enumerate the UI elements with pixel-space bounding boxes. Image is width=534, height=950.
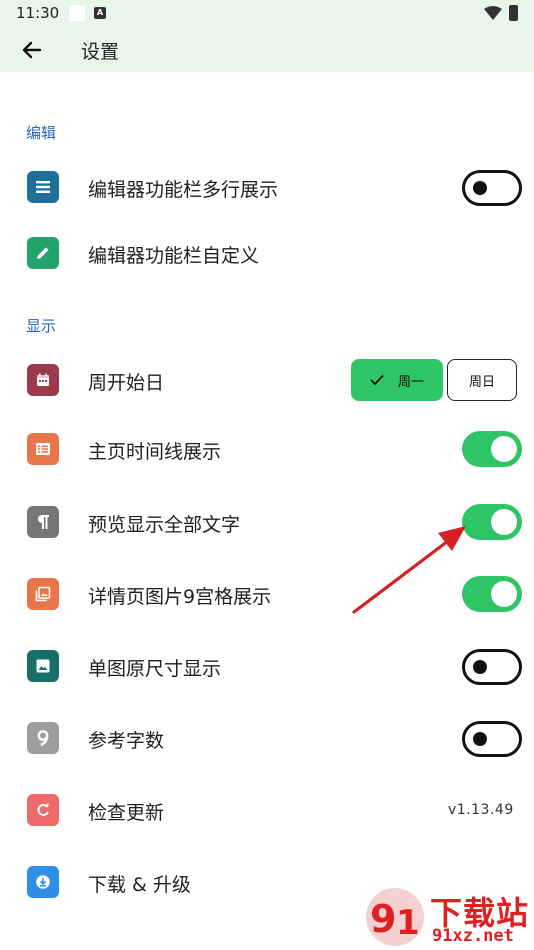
- watermark: 9 1 下载站 91xz.net: [360, 884, 534, 950]
- page-title: 设置: [81, 41, 120, 63]
- square-icon: [69, 5, 85, 21]
- toggle-word-count[interactable]: [462, 721, 522, 757]
- row-label: 详情页图片9宫格展示: [88, 586, 272, 608]
- toggle-knob: [491, 436, 517, 462]
- calendar-icon: [27, 364, 59, 396]
- row-original-size[interactable]: 单图原尺寸显示: [0, 634, 534, 698]
- row-label: 单图原尺寸显示: [88, 658, 222, 680]
- row-label: 下载 & 升级: [88, 874, 191, 896]
- week-start-monday-label: 周一: [397, 374, 424, 390]
- watermark-url: 91xz.net: [432, 926, 514, 946]
- row-custom-toolbar[interactable]: 编辑器功能栏自定义: [0, 221, 534, 285]
- pencil-icon: [27, 237, 59, 269]
- toggle-knob: [473, 181, 487, 195]
- toggle-knob: [491, 581, 517, 607]
- row-word-count[interactable]: 参考字数: [0, 706, 534, 770]
- row-multiline-toolbar[interactable]: 编辑器功能栏多行展示: [0, 155, 534, 219]
- row-label: 编辑器功能栏自定义: [88, 245, 260, 267]
- app-bar: 设置: [0, 28, 534, 72]
- row-label: 检查更新: [88, 802, 165, 824]
- photo-library-icon: [27, 578, 59, 610]
- week-start-sunday-button[interactable]: 周日: [447, 359, 517, 401]
- row-timeline[interactable]: 主页时间线展示: [0, 417, 534, 481]
- row-label: 主页时间线展示: [88, 441, 222, 463]
- version-text: v1.13.49: [448, 802, 514, 818]
- row-preview-full[interactable]: 预览显示全部文字: [0, 490, 534, 554]
- svg-text:9: 9: [370, 897, 396, 941]
- svg-text:1: 1: [396, 903, 420, 943]
- watermark-logo: 9 1: [366, 888, 424, 946]
- row-grid9[interactable]: 详情页图片9宫格展示: [0, 562, 534, 626]
- toggle-knob: [473, 732, 487, 746]
- image-icon: [27, 650, 59, 682]
- row-label: 周开始日: [88, 372, 165, 394]
- toggle-original-size[interactable]: [462, 649, 522, 685]
- toggle-knob: [491, 509, 517, 535]
- menu-lines-icon: [27, 171, 59, 203]
- a-badge-icon: A: [94, 7, 106, 19]
- section-header-edit: 编辑: [26, 124, 57, 142]
- download-icon: [27, 866, 59, 898]
- refresh-icon: [27, 794, 59, 826]
- toggle-knob: [473, 660, 487, 674]
- section-header-display: 显示: [26, 317, 57, 335]
- toggle-grid9[interactable]: [462, 576, 522, 612]
- status-bar: 11:30 A: [0, 0, 534, 28]
- week-start-sunday-label: 周日: [468, 374, 495, 390]
- wifi-icon: [484, 6, 502, 20]
- row-week-start: 周开始日 周一 周日: [0, 348, 534, 412]
- check-icon: [370, 374, 384, 386]
- toggle-preview-full[interactable]: [462, 504, 522, 540]
- row-check-update[interactable]: 检查更新 v1.13.49: [0, 778, 534, 842]
- pilcrow-icon: [27, 506, 59, 538]
- toggle-timeline[interactable]: [462, 431, 522, 467]
- week-start-monday-button[interactable]: 周一: [351, 359, 443, 401]
- row-label: 预览显示全部文字: [88, 514, 241, 536]
- list-icon: [27, 433, 59, 465]
- battery-icon: [509, 5, 518, 21]
- row-label: 参考字数: [88, 730, 165, 752]
- arrow-left-icon[interactable]: [20, 38, 44, 62]
- row-label: 编辑器功能栏多行展示: [88, 179, 279, 201]
- status-time: 11:30: [16, 4, 60, 22]
- nine-icon: [27, 722, 59, 754]
- toggle-multiline-toolbar[interactable]: [462, 170, 522, 206]
